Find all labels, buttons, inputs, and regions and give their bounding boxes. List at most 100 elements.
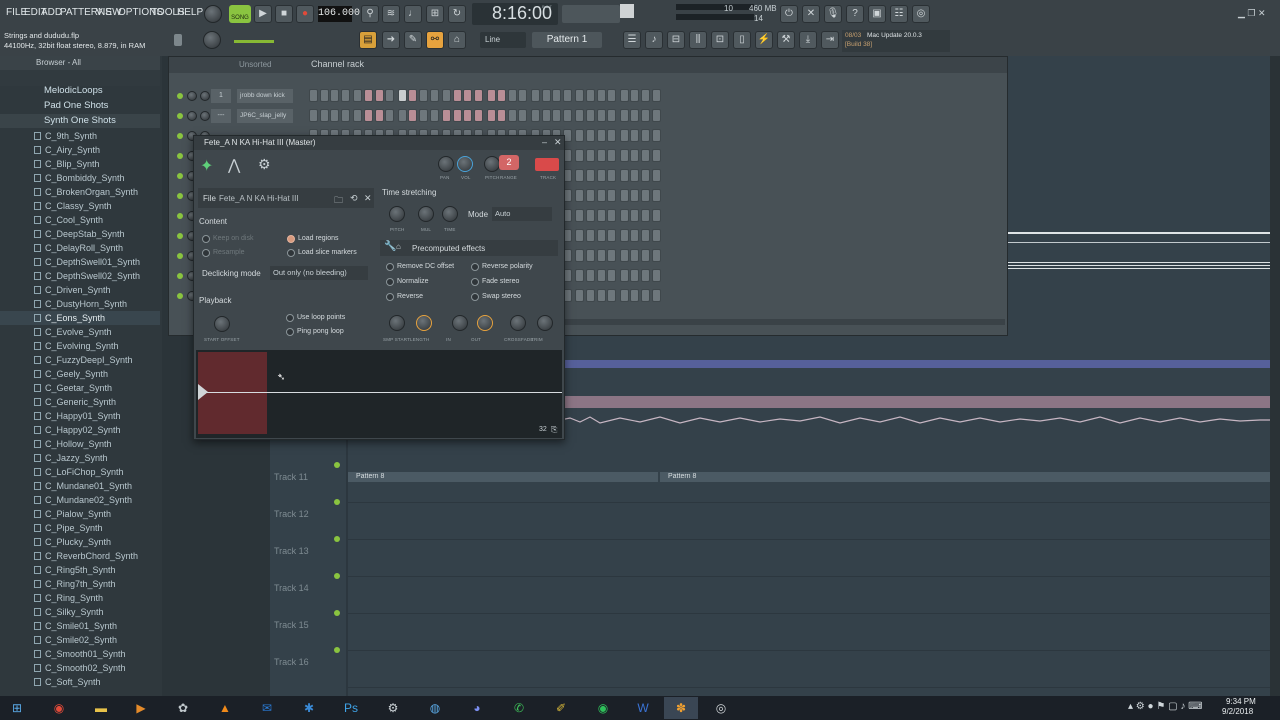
step-button[interactable] — [641, 209, 650, 222]
step-button[interactable] — [641, 189, 650, 202]
step-button[interactable] — [397, 109, 407, 122]
step-button[interactable] — [408, 89, 418, 102]
step-button[interactable] — [619, 149, 629, 162]
step-button[interactable] — [340, 89, 350, 102]
obs-icon[interactable]: ◎ — [704, 697, 738, 719]
step-button[interactable] — [596, 229, 606, 242]
step-button[interactable] — [630, 209, 640, 222]
chat-icon[interactable]: ◎ — [912, 5, 930, 23]
step-button[interactable] — [586, 229, 595, 242]
step-button[interactable] — [562, 89, 572, 102]
step-button[interactable] — [442, 89, 452, 102]
step-button[interactable] — [607, 89, 617, 102]
track-mute-led[interactable] — [334, 573, 340, 579]
effect-radio[interactable] — [471, 263, 479, 271]
step-button[interactable] — [596, 109, 606, 122]
step-button[interactable] — [607, 269, 617, 282]
sample-region[interactable] — [198, 352, 267, 434]
effect-knob[interactable] — [389, 315, 405, 331]
browser-file-item[interactable]: C_DustyHorn_Synth — [0, 297, 160, 311]
reload-icon[interactable]: ⟲ — [350, 193, 358, 204]
settings-tab-icon[interactable]: ⚙ — [258, 156, 271, 173]
channel-active-led[interactable] — [177, 233, 183, 239]
browser-file-item[interactable]: C_Bombiddy_Synth — [0, 171, 160, 185]
step-button[interactable] — [619, 169, 629, 182]
browser-file-item[interactable]: C_Silky_Synth — [0, 605, 160, 619]
step-button[interactable] — [619, 89, 629, 102]
media-player-icon[interactable]: ▶ — [124, 697, 158, 719]
export-icon[interactable]: ⇥ — [821, 31, 839, 49]
step-button[interactable] — [531, 89, 540, 102]
photoshop-icon[interactable]: Ps — [334, 697, 368, 719]
scrollbar[interactable] — [1270, 56, 1280, 696]
browser-file-item[interactable]: C_Blip_Synth — [0, 157, 160, 171]
step-button[interactable] — [596, 149, 606, 162]
step-button[interactable] — [374, 89, 384, 102]
master-volume-slider[interactable] — [234, 40, 274, 43]
channel-active-led[interactable] — [177, 173, 183, 179]
tray-icons[interactable]: ▴ ⚙ ● ⚑ ▢ ♪ ⌨ — [1128, 701, 1203, 712]
step-button[interactable] — [575, 269, 585, 282]
step-button[interactable] — [586, 149, 595, 162]
browser-file-item[interactable]: C_Ring5th_Synth — [0, 563, 160, 577]
clip-pattern-8[interactable]: Pattern 8 — [348, 472, 658, 482]
step-button[interactable] — [586, 289, 595, 302]
step-button[interactable] — [531, 109, 540, 122]
step-button[interactable] — [575, 289, 585, 302]
song-mode-toggle[interactable]: SONG — [229, 5, 251, 23]
browser-file-item[interactable]: C_Smooth01_Synth — [0, 647, 160, 661]
step-button[interactable] — [575, 189, 585, 202]
step-button[interactable] — [630, 249, 640, 262]
step-button[interactable] — [586, 209, 595, 222]
browser-folder[interactable]: Synth One Shots — [0, 114, 160, 128]
load-slice-radio[interactable] — [287, 249, 295, 257]
step-button[interactable] — [507, 89, 517, 102]
step-button[interactable] — [397, 89, 407, 102]
clip-pink[interactable] — [560, 396, 1270, 408]
audio-clip-waveform[interactable] — [559, 412, 1270, 428]
step-button[interactable] — [630, 109, 640, 122]
start-offset-knob[interactable] — [214, 316, 230, 332]
channel-active-led[interactable] — [177, 213, 183, 219]
step-button[interactable] — [596, 189, 606, 202]
channel-number[interactable]: 1 — [211, 89, 231, 103]
step-button[interactable] — [630, 189, 640, 202]
channel-active-led[interactable] — [177, 133, 183, 139]
step-button[interactable] — [575, 129, 585, 142]
mixer-icon[interactable]: ☷ — [890, 5, 908, 23]
browser-file-item[interactable]: C_Eons_Synth — [0, 311, 160, 325]
master-volume-knob[interactable] — [204, 5, 222, 23]
browser-folder[interactable]: MelodicLoops — [0, 84, 160, 98]
step-button[interactable] — [586, 249, 595, 262]
step-button[interactable] — [596, 129, 606, 142]
piano-roll-icon[interactable]: ♪ — [645, 31, 663, 49]
step-button[interactable] — [596, 269, 606, 282]
step-button[interactable] — [630, 229, 640, 242]
step-button[interactable] — [641, 109, 650, 122]
save-icon[interactable]: ▣ — [868, 5, 886, 23]
step-button[interactable] — [619, 269, 629, 282]
channel-active-led[interactable] — [177, 153, 183, 159]
step-button[interactable] — [596, 249, 606, 262]
snap-select[interactable]: Line — [480, 32, 526, 48]
volume-knob[interactable] — [457, 156, 473, 172]
loop-points-radio[interactable] — [286, 314, 294, 322]
browser-folder[interactable]: Pad One Shots — [0, 99, 160, 113]
step-button[interactable] — [541, 109, 551, 122]
browser-file-item[interactable]: C_Jazzy_Synth — [0, 451, 160, 465]
browser-file-item[interactable]: C_LoFiChop_Synth — [0, 465, 160, 479]
microphone-icon[interactable]: 🎙 — [824, 5, 842, 23]
step-button[interactable] — [452, 109, 462, 122]
step-button[interactable] — [641, 249, 650, 262]
browser-file-item[interactable]: C_Classy_Synth — [0, 199, 160, 213]
download-icon[interactable]: ⤓ — [799, 31, 817, 49]
draw-icon[interactable]: ✎ — [404, 31, 422, 49]
browser-file-item[interactable]: C_DepthSwell01_Synth — [0, 255, 160, 269]
ping-pong-radio[interactable] — [286, 328, 294, 336]
effect-knob[interactable] — [416, 315, 432, 331]
step-button[interactable] — [619, 229, 629, 242]
track-selector[interactable] — [535, 158, 559, 171]
step-button[interactable] — [429, 109, 439, 122]
track-header[interactable]: Track 16 — [270, 655, 348, 691]
step-button[interactable] — [353, 89, 363, 102]
